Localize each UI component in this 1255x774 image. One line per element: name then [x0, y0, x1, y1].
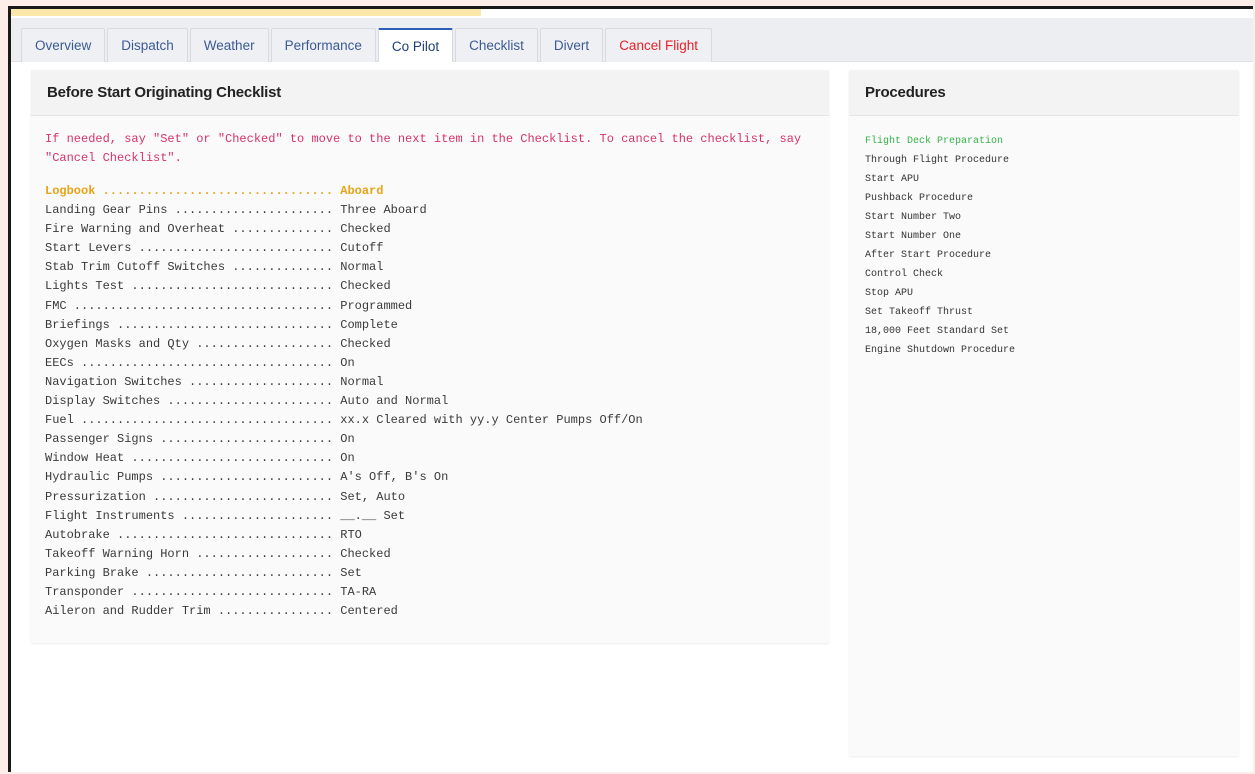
- checklist-item: Briefings ..............................…: [45, 317, 398, 332]
- tab-performance[interactable]: Performance: [270, 28, 376, 62]
- checklist-item: Flight Instruments .....................…: [45, 508, 406, 523]
- tab-checklist[interactable]: Checklist: [455, 28, 538, 62]
- app-frame: Overview Dispatch Weather Performance Co…: [8, 6, 1253, 772]
- procedure-item[interactable]: Start Number Two: [865, 208, 1223, 227]
- procedures-panel: Procedures Flight Deck Preparation Throug…: [849, 70, 1239, 756]
- checklist-item: Takeoff Warning Horn ...................…: [45, 546, 391, 561]
- top-highlight-strip: [11, 9, 481, 16]
- checklist-item: Logbook ................................…: [45, 184, 384, 198]
- procedure-item[interactable]: 18,000 Feet Standard Set: [865, 322, 1223, 341]
- procedure-item[interactable]: Engine Shutdown Procedure: [865, 341, 1223, 360]
- checklist-item: Lights Test ............................…: [45, 279, 391, 294]
- tab-cancel-flight[interactable]: Cancel Flight: [605, 28, 712, 62]
- checklist-item: Navigation Switches ....................…: [45, 374, 384, 389]
- main-content: Before Start Originating Checklist If ne…: [11, 62, 1253, 772]
- checklist-item: FMC ....................................…: [45, 298, 413, 313]
- checklist-item: Hydraulic Pumps ........................…: [45, 470, 449, 485]
- checklist-item: Window Heat ............................…: [45, 451, 355, 466]
- tab-bar: Overview Dispatch Weather Performance Co…: [11, 18, 1253, 63]
- checklist-items: Logbook ................................…: [31, 168, 829, 621]
- procedure-item[interactable]: Stop APU: [865, 284, 1223, 303]
- checklist-instructions: If needed, say "Set" or "Checked" to mov…: [45, 132, 802, 165]
- checklist-item: Pressurization .........................…: [45, 489, 406, 504]
- checklist-item: Start Levers ...........................…: [45, 241, 384, 256]
- tab-overview[interactable]: Overview: [21, 28, 106, 62]
- checklist-item: Fuel ...................................…: [45, 413, 643, 428]
- checklist-item: Parking Brake ..........................…: [45, 565, 362, 580]
- procedure-item[interactable]: Control Check: [865, 265, 1223, 284]
- procedure-item[interactable]: Through Flight Procedure: [865, 151, 1223, 170]
- procedures-list: Flight Deck Preparation Through Flight Pr…: [849, 116, 1239, 360]
- procedure-item[interactable]: Set Takeoff Thrust: [865, 303, 1223, 322]
- checklist-item: Transponder ............................…: [45, 584, 377, 599]
- checklist-title: Before Start Originating Checklist: [31, 70, 829, 116]
- checklist-item: Passenger Signs ........................…: [45, 432, 355, 447]
- tab-divert[interactable]: Divert: [539, 28, 604, 62]
- tab-weather[interactable]: Weather: [189, 28, 269, 62]
- checklist-item: EECs ...................................…: [45, 355, 355, 370]
- checklist-item: Oxygen Masks and Qty ...................…: [45, 336, 391, 351]
- checklist-item: Fire Warning and Overheat ..............…: [45, 222, 391, 237]
- procedures-title: Procedures: [849, 70, 1239, 116]
- checklist-item: Landing Gear Pins ......................…: [45, 203, 427, 218]
- procedure-item[interactable]: Pushback Procedure: [865, 189, 1223, 208]
- tab-co-pilot[interactable]: Co Pilot: [377, 28, 454, 63]
- procedure-item[interactable]: Flight Deck Preparation: [865, 132, 1223, 151]
- procedure-item[interactable]: After Start Procedure: [865, 246, 1223, 265]
- procedure-item[interactable]: Start Number One: [865, 227, 1223, 246]
- checklist-item: Autobrake ..............................…: [45, 527, 362, 542]
- checklist-item: Stab Trim Cutoff Switches ..............…: [45, 260, 384, 275]
- tab-dispatch[interactable]: Dispatch: [107, 28, 188, 62]
- procedure-item[interactable]: Start APU: [865, 170, 1223, 189]
- checklist-panel: Before Start Originating Checklist If ne…: [31, 70, 829, 643]
- tab-list: Overview Dispatch Weather Performance Co…: [21, 28, 714, 63]
- checklist-item: Display Switches .......................…: [45, 394, 449, 409]
- checklist-item: Aileron and Rudder Trim ................…: [45, 604, 398, 619]
